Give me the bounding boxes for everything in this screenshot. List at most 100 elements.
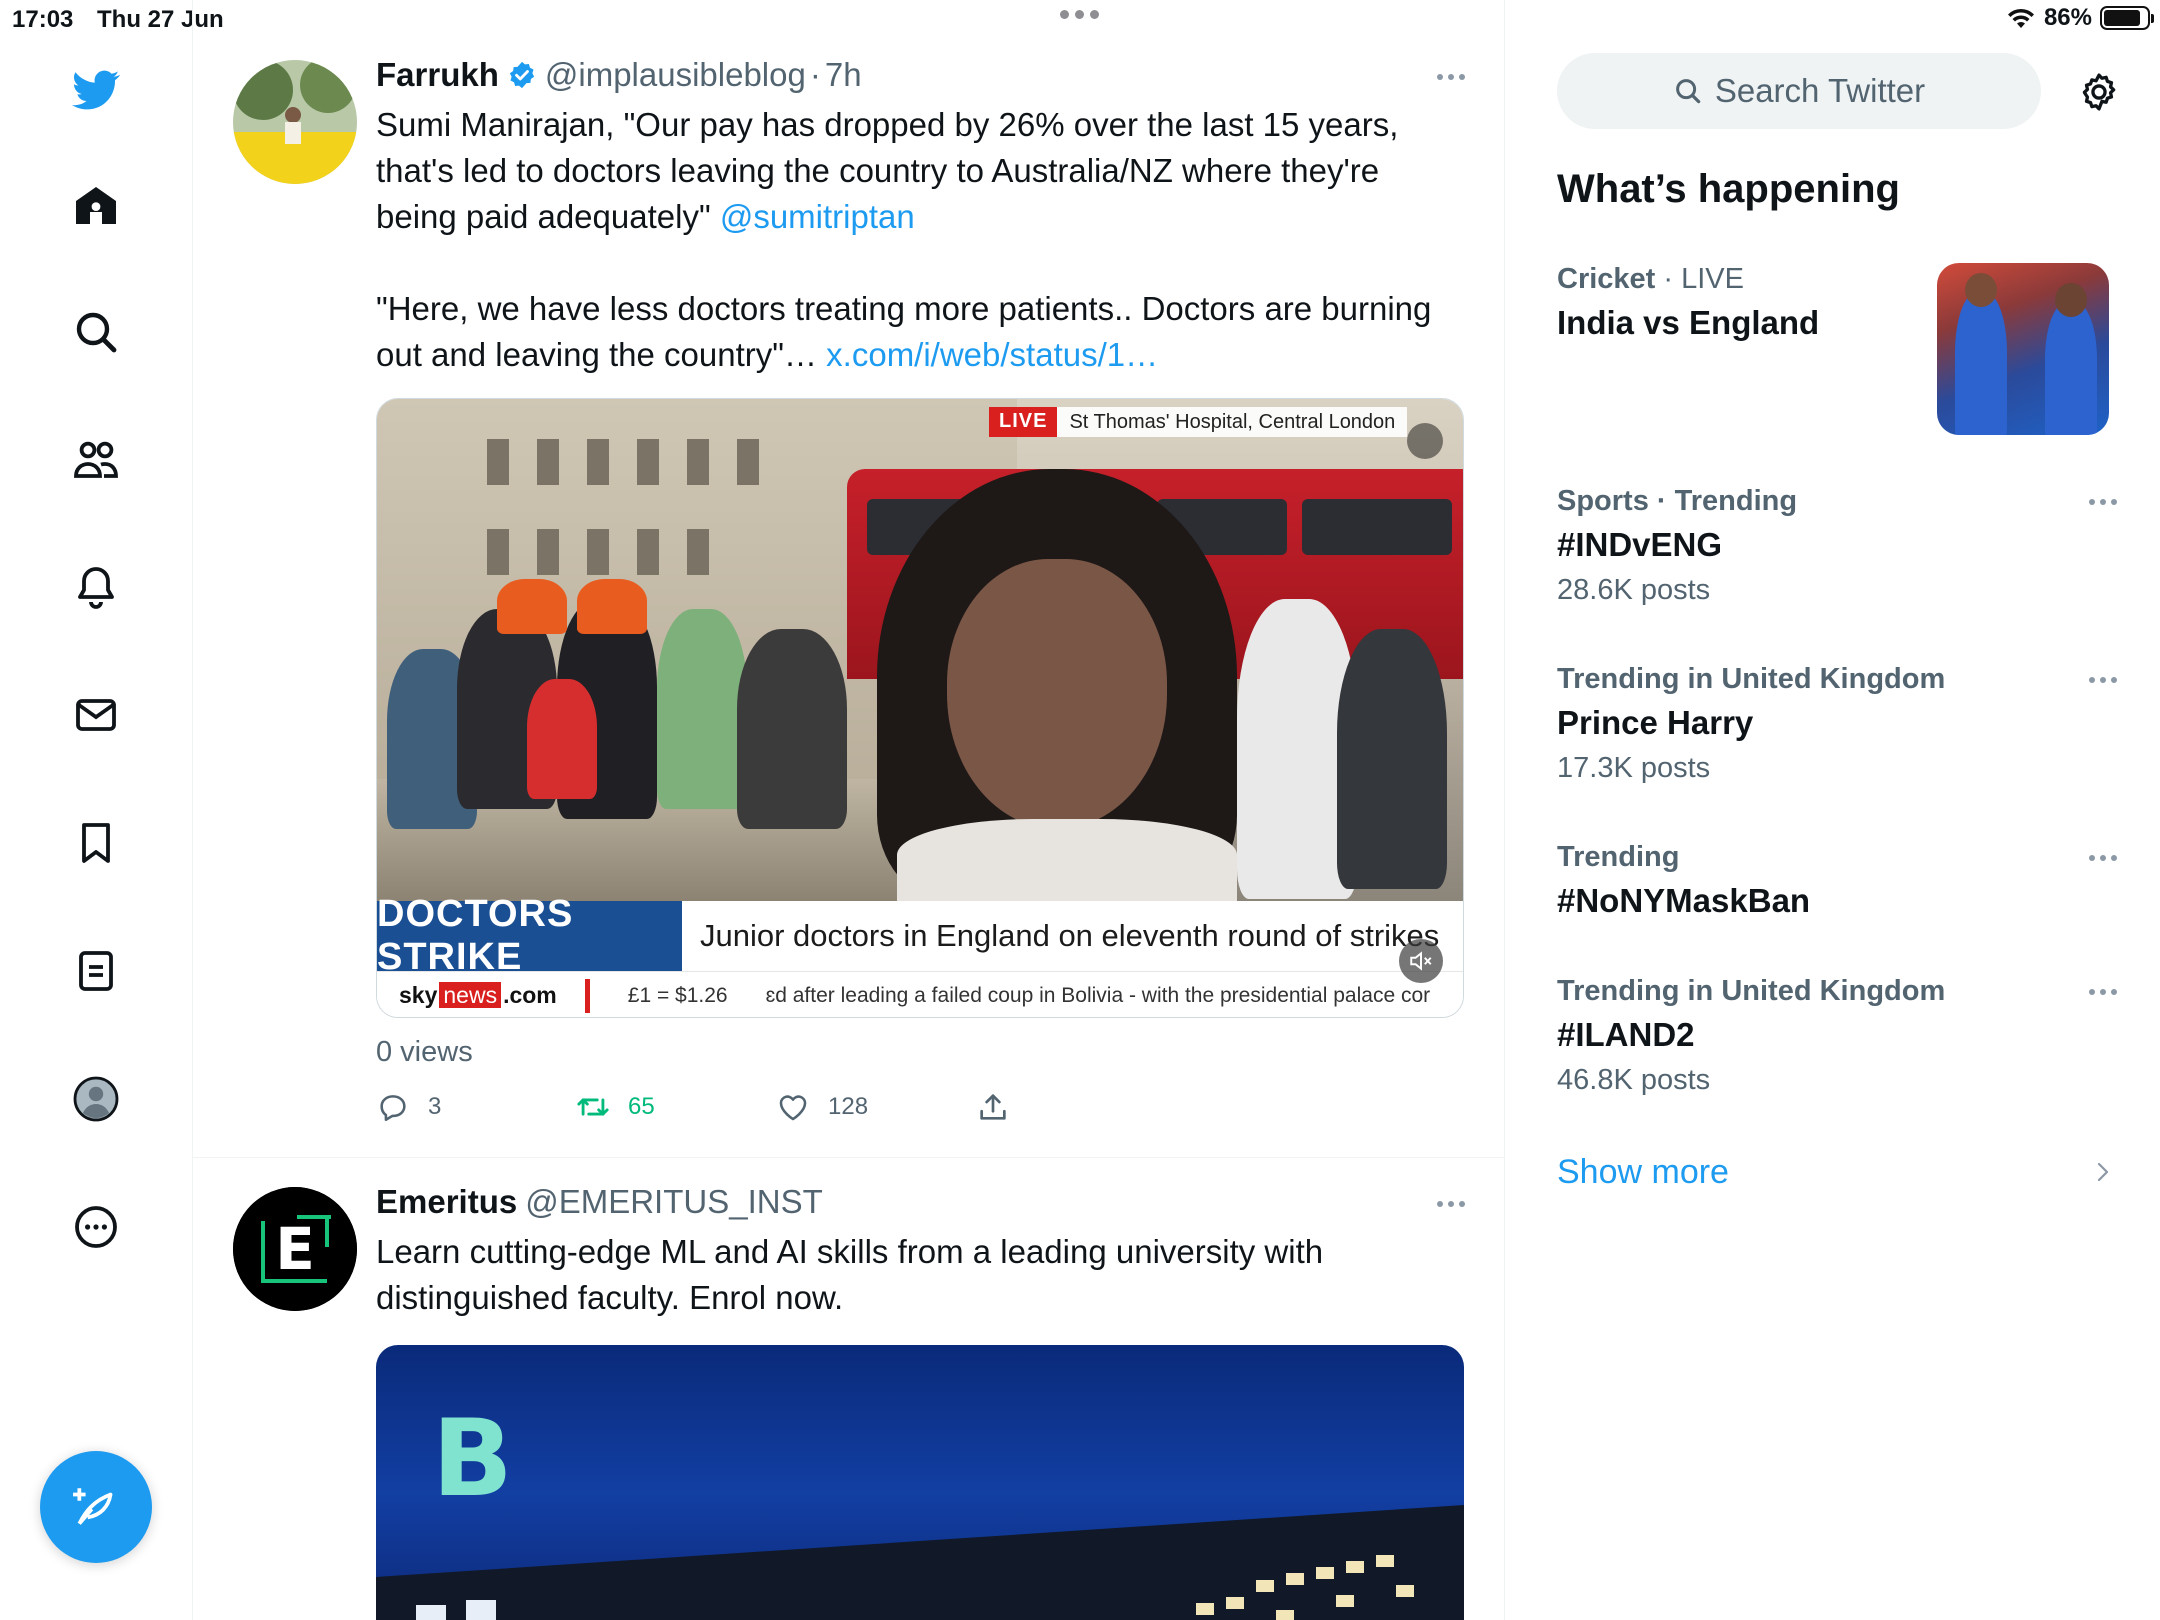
tweet-time[interactable]: 7h	[825, 56, 862, 94]
header-separator: ·	[809, 56, 821, 93]
trend-item[interactable]: Trending #NoNYMaskBan	[1557, 841, 2117, 920]
author-avatar[interactable]: E	[233, 1187, 357, 1311]
author-name[interactable]: Farrukh	[376, 56, 499, 94]
search-icon	[1675, 79, 1701, 104]
right-sidebar: Search Twitter What’s happening Cricket …	[1505, 0, 2160, 1620]
tweet-more-icon[interactable]	[1437, 1201, 1465, 1207]
trend-more-icon[interactable]	[2089, 677, 2117, 683]
tweet[interactable]: Farrukh @implausibleblog · 7h Sumi Manir…	[193, 40, 1504, 1158]
tweet-more-icon[interactable]	[1437, 74, 1465, 80]
building-graphic	[376, 1505, 1464, 1620]
trend-item[interactable]: Trending in United Kingdom Prince Harry …	[1557, 663, 2117, 785]
nav-profile[interactable]	[56, 1059, 136, 1139]
news-lower-third: DOCTORS STRIKE Junior doctors in England…	[377, 893, 1463, 978]
share-icon	[980, 1094, 1006, 1120]
retweet-button[interactable]: 65	[576, 1090, 655, 1124]
like-button[interactable]: 128	[776, 1090, 868, 1124]
exchange-rate: £1 = $1.26	[627, 983, 728, 1007]
trend-name: #ILAND2	[1557, 1016, 1695, 1053]
trend-category: Cricket · LIVE	[1557, 263, 1744, 295]
tweet-text: Learn cutting-edge ML and AI skills from…	[376, 1233, 1324, 1316]
mute-icon[interactable]	[1399, 939, 1443, 983]
explore-settings-button[interactable]	[2073, 66, 2125, 118]
trend-post-count: 17.3K posts	[1557, 752, 1711, 784]
section-title: What’s happening	[1557, 167, 1900, 211]
nav-explore[interactable]	[56, 292, 136, 372]
envelope-icon	[76, 699, 116, 731]
nav-notifications[interactable]	[56, 547, 136, 627]
search-icon	[76, 312, 117, 353]
twitter-ipad-screen: 17:03 Thu 27 Jun 86% Farrukh @implausibl…	[0, 0, 2160, 1620]
trend-category: Trending in United Kingdom	[1557, 663, 1946, 695]
live-location: St Thomas' Hospital, Central London	[1057, 407, 1408, 437]
author-handle[interactable]: @EMERITUS_INST	[525, 1183, 823, 1221]
author-avatar[interactable]	[233, 60, 357, 184]
search-input[interactable]: Search Twitter	[1557, 53, 2041, 129]
show-more-link[interactable]: Show more	[1557, 1153, 1729, 1192]
nav-more[interactable]	[56, 1187, 136, 1267]
reply-button[interactable]: 3	[376, 1090, 441, 1124]
author-name[interactable]: Emeritus	[376, 1183, 517, 1221]
trend-post-count: 46.8K posts	[1557, 1064, 1711, 1096]
trend-item[interactable]: Sports · Trending #INDvENG 28.6K posts	[1557, 485, 2117, 607]
home-timeline: Farrukh @implausibleblog · 7h Sumi Manir…	[193, 0, 1505, 1620]
compose-tweet-button[interactable]	[40, 1451, 152, 1563]
tweet-text: Sumi Manirajan, "Our pay has dropped by …	[376, 102, 1466, 378]
brand-logo: B	[432, 1397, 513, 1520]
author-handle[interactable]: @implausibleblog	[545, 56, 806, 94]
bell-icon	[78, 567, 114, 609]
trend-more-icon[interactable]	[2089, 989, 2117, 995]
left-nav-rail	[0, 0, 193, 1620]
svg-text:E: E	[275, 1215, 315, 1283]
ad-image[interactable]: B	[376, 1345, 1464, 1620]
news-headline: DOCTORS STRIKE	[377, 893, 682, 978]
trend-more-icon[interactable]	[2089, 499, 2117, 505]
tweet[interactable]: E Emeritus @EMERITUS_INST Learn cutting-…	[193, 1159, 1504, 1620]
trend-category: Sports · Trending	[1557, 485, 1798, 517]
trend-post-count: 28.6K posts	[1557, 574, 1711, 606]
tweet-header: Emeritus @EMERITUS_INST	[376, 1183, 823, 1221]
live-label: LIVE	[989, 407, 1058, 437]
home-icon	[76, 187, 116, 224]
like-count: 128	[828, 1093, 869, 1120]
view-count: 0 views	[376, 1036, 473, 1068]
list-icon	[79, 951, 113, 991]
trend-name: Prince Harry	[1557, 704, 1754, 741]
nav-bookmarks[interactable]	[56, 803, 136, 883]
trend-name: #INDvENG	[1557, 526, 1723, 563]
trend-category: Trending in United Kingdom	[1557, 975, 1946, 1007]
mention-link[interactable]: @sumitriptan	[720, 198, 915, 235]
chevron-right-icon	[2097, 1162, 2109, 1182]
tweet-actions: 3 65 128	[376, 1090, 1096, 1130]
twitter-logo-button[interactable]	[56, 50, 136, 130]
trend-thumbnail[interactable]	[1937, 263, 2109, 435]
nav-communities[interactable]	[56, 420, 136, 500]
ticker-headline: ɛd after leading a failed coup in Bolivi…	[765, 983, 1431, 1007]
heart-icon	[779, 1095, 807, 1121]
bird-icon	[72, 70, 120, 110]
trend-name: #NoNYMaskBan	[1557, 882, 1811, 919]
more-circle-icon	[75, 1206, 117, 1248]
tweet-header: Farrukh @implausibleblog · 7h	[376, 56, 862, 94]
trend-item[interactable]: Trending in United Kingdom #ILAND2 46.8K…	[1557, 975, 2117, 1097]
bookmark-icon	[82, 823, 110, 863]
status-link[interactable]: x.com/i/web/status/1…	[826, 336, 1158, 373]
picture-in-picture-icon[interactable]	[1407, 423, 1443, 459]
nav-messages[interactable]	[56, 675, 136, 755]
trend-category: Trending	[1557, 841, 1680, 873]
people-icon	[74, 441, 118, 478]
tweet-video[interactable]: LIVE St Thomas' Hospital, Central London…	[376, 398, 1464, 1018]
trend-more-icon[interactable]	[2089, 855, 2117, 861]
reply-icon	[380, 1095, 406, 1122]
gear-icon	[2082, 73, 2116, 111]
trend-item[interactable]: Cricket · LIVE India vs England	[1557, 263, 1937, 342]
sky-news-logo: sky news .com	[399, 982, 557, 1008]
share-button[interactable]	[976, 1090, 1010, 1124]
nav-lists[interactable]	[56, 931, 136, 1011]
reply-count: 3	[428, 1093, 442, 1120]
news-strapline: Junior doctors in England on eleventh ro…	[682, 901, 1463, 971]
avatar-icon	[73, 1076, 119, 1122]
nav-home[interactable]	[56, 166, 136, 246]
video-frame: LIVE St Thomas' Hospital, Central London	[377, 399, 1463, 901]
news-ticker: sky news .com £1 = $1.26 ɛd after leading …	[377, 971, 1463, 1017]
